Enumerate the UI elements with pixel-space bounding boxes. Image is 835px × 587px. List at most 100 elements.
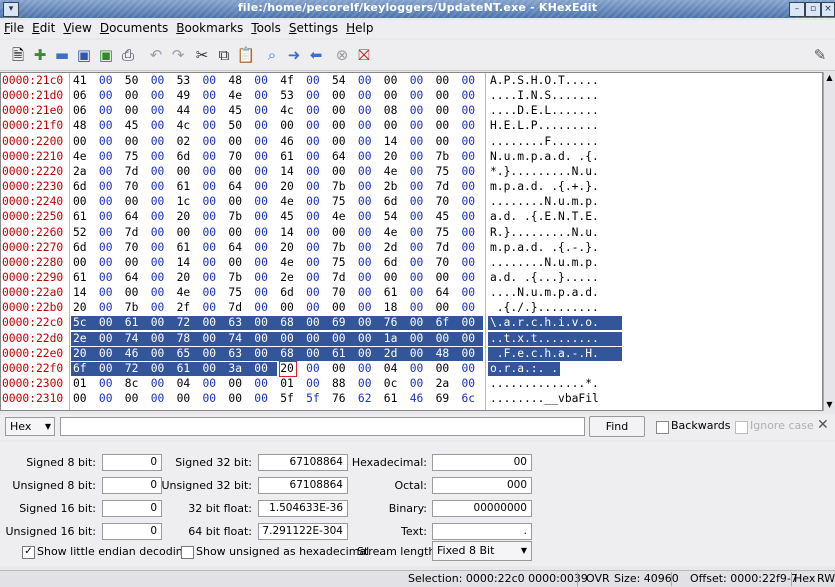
hex-byte[interactable]: 00	[151, 316, 171, 330]
hex-byte[interactable]: 00	[306, 180, 326, 194]
hex-byte[interactable]: 61	[177, 362, 197, 376]
hex-byte[interactable]: 75	[436, 165, 456, 179]
hex-byte[interactable]: 00	[151, 392, 171, 406]
hex-byte[interactable]: 00	[410, 301, 430, 315]
hex-byte[interactable]: 00	[410, 362, 430, 376]
hex-byte[interactable]: 00	[462, 104, 482, 118]
paste-icon[interactable]: 📋	[236, 45, 256, 65]
hex-byte[interactable]: 64	[332, 150, 352, 164]
hex-byte[interactable]: 00	[462, 316, 482, 330]
hex-byte[interactable]: 00	[410, 377, 430, 391]
ascii-text[interactable]: ....I.N.S.......	[490, 89, 599, 103]
hex-byte[interactable]: 14	[177, 256, 197, 270]
hex-byte[interactable]: 00	[99, 332, 119, 346]
hex-byte[interactable]: 00	[73, 195, 93, 209]
hex-byte[interactable]: 70	[125, 180, 145, 194]
hex-byte[interactable]: 7b	[125, 301, 145, 315]
hex-byte[interactable]: 00	[410, 210, 430, 224]
hex-byte[interactable]: 6f	[73, 362, 93, 376]
hex-byte[interactable]: 5c	[73, 316, 93, 330]
hex-byte[interactable]: 00	[410, 135, 430, 149]
hex-byte[interactable]: 00	[410, 347, 430, 361]
hex-row[interactable]: 0000:2310 00 00 00 00 00 00 00 00 5f 5f 76 62 61 46 69 6…	[1, 392, 822, 406]
hex-byte[interactable]: 00	[99, 256, 119, 270]
hex-byte[interactable]: 00	[332, 104, 352, 118]
hex-byte[interactable]: 6d	[280, 286, 300, 300]
hex-byte[interactable]: 2e	[73, 332, 93, 346]
hex-byte[interactable]: 4e	[332, 210, 352, 224]
hex-byte[interactable]: 00	[358, 241, 378, 255]
hex-byte[interactable]: 00	[203, 104, 223, 118]
hex-byte[interactable]: 01	[280, 377, 300, 391]
stop-icon[interactable]: ⊗	[332, 45, 352, 65]
hex-row[interactable]: 0000:21d0 06 00 00 00 49 00 4e 00 53 00 00 00 00 00 00 0…	[1, 89, 822, 103]
hex-byte[interactable]: 00	[151, 226, 171, 240]
hex-byte[interactable]: 01	[73, 377, 93, 391]
float64-field[interactable]: 7.291122E-304	[258, 523, 348, 540]
hex-byte[interactable]: 00	[358, 377, 378, 391]
hex-byte[interactable]: 00	[410, 332, 430, 346]
hex-byte[interactable]: 00	[462, 89, 482, 103]
hex-byte[interactable]: 00	[203, 271, 223, 285]
hex-byte[interactable]: 00	[462, 165, 482, 179]
hex-byte[interactable]: 00	[99, 104, 119, 118]
hex-byte[interactable]: 6d	[73, 180, 93, 194]
hex-byte[interactable]: 00	[99, 89, 119, 103]
hex-byte[interactable]: 20	[384, 150, 404, 164]
hex-byte[interactable]: 00	[436, 74, 456, 88]
hex-byte[interactable]: 61	[280, 150, 300, 164]
hex-byte[interactable]: 00	[436, 89, 456, 103]
hex-byte[interactable]: 00	[462, 362, 482, 376]
hex-byte[interactable]: 08	[384, 104, 404, 118]
hex-byte[interactable]: 00	[151, 74, 171, 88]
hex-byte[interactable]: 1a	[384, 332, 404, 346]
hex-byte[interactable]: 00	[358, 347, 378, 361]
signed8-field[interactable]: 0	[102, 454, 162, 471]
hex-byte[interactable]: 00	[384, 89, 404, 103]
octal-field[interactable]: 000	[432, 477, 532, 494]
hex-byte[interactable]: 48	[436, 347, 456, 361]
hex-byte[interactable]: 7b	[332, 241, 352, 255]
hex-byte[interactable]: 64	[125, 271, 145, 285]
hex-byte[interactable]: 20	[177, 210, 197, 224]
hex-byte[interactable]: 00	[384, 74, 404, 88]
hex-byte[interactable]: 88	[332, 377, 352, 391]
hex-byte[interactable]: 14	[280, 226, 300, 240]
hex-byte[interactable]: 00	[462, 256, 482, 270]
hex-byte[interactable]: 00	[125, 392, 145, 406]
hex-byte[interactable]: 00	[254, 377, 274, 391]
hex-row[interactable]: 0000:22e0 20 00 46 00 65 00 63 00 68 00 61 00 2d 00 48 0…	[1, 346, 822, 361]
hex-byte[interactable]: 00	[410, 241, 430, 255]
hex-editor-view[interactable]: 0000:21c0 41 00 50 00 53 00 48 00 4f 00 54 00 00 00 00 0…	[0, 72, 823, 411]
hex-byte[interactable]: 62	[358, 392, 378, 406]
hex-byte[interactable]: 00	[462, 226, 482, 240]
hex-byte[interactable]: 00	[203, 119, 223, 133]
hex-byte[interactable]: 00	[462, 271, 482, 285]
hex-byte[interactable]: 00	[99, 119, 119, 133]
hex-byte[interactable]: 00	[228, 392, 248, 406]
hex-byte[interactable]: 00	[125, 286, 145, 300]
hex-byte[interactable]: 00	[306, 135, 326, 149]
menu-edit[interactable]: Edit	[28, 20, 59, 36]
hex-byte[interactable]: 00	[410, 195, 430, 209]
hex-byte[interactable]: 00	[306, 271, 326, 285]
hex-byte[interactable]: 00	[436, 104, 456, 118]
hex-byte[interactable]: 00	[203, 332, 223, 346]
hex-byte[interactable]: 00	[462, 195, 482, 209]
hex-byte[interactable]: 70	[125, 241, 145, 255]
close-icon[interactable]: ⛝	[354, 45, 374, 65]
hex-byte[interactable]: 5f	[306, 392, 326, 406]
hex-byte[interactable]: 69	[436, 392, 456, 406]
hex-byte[interactable]: 7d	[436, 180, 456, 194]
hex-byte[interactable]: 4e	[228, 89, 248, 103]
hex-byte[interactable]: 20	[280, 180, 300, 194]
ignore-case-checkbox[interactable]	[735, 421, 748, 434]
hex-byte[interactable]: 00	[462, 347, 482, 361]
save-as-icon[interactable]: ▣	[96, 45, 116, 65]
hex-byte[interactable]: 00	[358, 271, 378, 285]
hex-byte[interactable]: 4e	[177, 286, 197, 300]
edit-pen-icon[interactable]: ✎	[810, 45, 830, 65]
hex-byte[interactable]: 00	[306, 301, 326, 315]
binary-field[interactable]: 00000000	[432, 500, 532, 517]
hex-byte[interactable]: 00	[436, 362, 456, 376]
